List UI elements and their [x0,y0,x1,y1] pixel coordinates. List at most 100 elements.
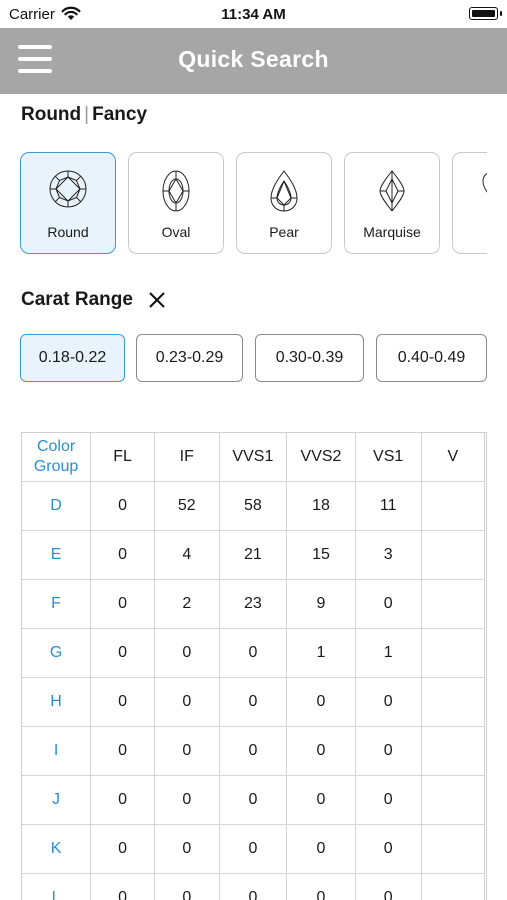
shape-label: H [453,224,487,240]
count-cell[interactable]: 0 [354,677,422,727]
count-cell[interactable]: 1 [286,628,356,678]
carat-chip[interactable]: 0.18-0.22 [20,334,125,382]
count-cell[interactable]: 0 [354,726,422,776]
shape-selector: Round Oval Pear Marquise [20,151,487,257]
color-grade-label[interactable]: H [22,677,92,727]
count-cell[interactable] [420,824,486,874]
count-cell[interactable]: 52 [153,481,220,531]
count-cell[interactable]: 0 [90,677,155,727]
count-cell[interactable]: 0 [153,873,220,900]
clarity-header: V [420,433,486,482]
round-option[interactable]: Round [21,104,81,125]
count-cell[interactable]: 0 [218,775,288,825]
count-cell[interactable]: 11 [354,481,422,531]
color-grade-label[interactable]: D [22,481,92,531]
count-cell[interactable]: 4 [153,530,220,580]
count-cell[interactable]: 0 [354,775,422,825]
table-row: E 0 4 21 15 3 [22,530,486,580]
shape-label: Pear [269,224,299,240]
carat-range-selector: 0.18-0.22 0.23-0.29 0.30-0.39 0.40-0.49 [20,333,487,385]
color-grade-label[interactable]: J [22,775,92,825]
count-cell[interactable]: 58 [218,481,288,531]
count-cell[interactable]: 0 [286,726,356,776]
carat-chip[interactable]: 0.40-0.49 [376,334,487,382]
shape-card-pear[interactable]: Pear [236,152,332,254]
count-cell[interactable]: 0 [153,824,220,874]
count-cell[interactable]: 0 [90,873,155,900]
fancy-option[interactable]: Fancy [92,104,147,125]
count-cell[interactable]: 0 [90,726,155,776]
shape-card-heart[interactable]: H [452,152,487,254]
count-cell[interactable] [420,530,486,580]
count-cell[interactable]: 0 [218,628,288,678]
count-cell[interactable]: 0 [90,530,155,580]
count-cell[interactable]: 0 [218,677,288,727]
count-cell[interactable]: 0 [153,726,220,776]
count-cell[interactable]: 0 [286,873,356,900]
count-cell[interactable]: 0 [218,873,288,900]
shape-card-oval[interactable]: Oval [128,152,224,254]
count-cell[interactable]: 0 [153,775,220,825]
color-grade-label[interactable]: K [22,824,92,874]
count-cell[interactable]: 0 [218,726,288,776]
color-grade-label[interactable]: G [22,628,92,678]
carat-chip[interactable]: 0.23-0.29 [136,334,243,382]
round-diamond-icon [49,170,87,208]
status-bar: Carrier 11:34 AM [0,0,507,28]
carat-chip[interactable]: 0.30-0.39 [255,334,364,382]
count-cell[interactable]: 0 [90,628,155,678]
battery-icon [469,7,498,20]
count-cell[interactable]: 0 [153,628,220,678]
color-clarity-table: Color Group FL IF VVS1 VVS2 VS1 V D 0 52 58 1… [22,433,486,900]
color-group-header: Color Group [22,433,92,482]
count-cell[interactable] [420,726,486,776]
table-row: K00000 [22,824,486,874]
heart-diamond-icon [482,172,487,193]
count-cell[interactable] [420,775,486,825]
shape-category-toggle: Round | Fancy [21,104,147,126]
count-cell[interactable]: 0 [218,824,288,874]
toggle-separator: | [84,104,90,125]
clarity-header: FL [90,433,155,482]
count-cell[interactable]: 0 [286,775,356,825]
color-grade-label[interactable]: L [22,873,92,900]
count-cell[interactable] [420,873,486,900]
count-cell[interactable]: 21 [218,530,288,580]
color-grade-label[interactable]: F [22,579,92,629]
shape-label: Round [47,224,89,240]
count-cell[interactable]: 0 [153,677,220,727]
oval-diamond-icon [162,170,190,212]
count-cell[interactable]: 2 [153,579,220,629]
count-cell[interactable]: 9 [286,579,356,629]
count-cell[interactable]: 0 [286,824,356,874]
clock: 11:34 AM [221,6,286,23]
table-row: L00000 [22,873,486,900]
count-cell[interactable]: 18 [286,481,356,531]
table-row: D 0 52 58 18 11 [22,481,486,531]
close-icon[interactable] [148,291,166,309]
count-cell[interactable]: 23 [218,579,288,629]
count-cell[interactable]: 3 [354,530,422,580]
navigation-bar: Quick Search [0,28,507,94]
count-cell[interactable]: 0 [286,677,356,727]
count-cell[interactable]: 0 [90,481,155,531]
count-cell[interactable]: 0 [354,579,422,629]
count-cell[interactable]: 0 [90,824,155,874]
count-cell[interactable] [420,677,486,727]
count-cell[interactable]: 0 [90,579,155,629]
color-grade-label[interactable]: E [22,530,92,580]
table-row: I00000 [22,726,486,776]
count-cell[interactable]: 0 [354,873,422,900]
shape-card-round[interactable]: Round [20,152,116,254]
inventory-grid[interactable]: Color Group FL IF VVS1 VVS2 VS1 V D 0 52 58 1… [21,432,487,900]
count-cell[interactable] [420,579,486,629]
count-cell[interactable]: 0 [90,775,155,825]
count-cell[interactable]: 1 [354,628,422,678]
count-cell[interactable]: 15 [286,530,356,580]
count-cell[interactable] [420,628,486,678]
table-row: J00000 [22,775,486,825]
shape-card-marquise[interactable]: Marquise [344,152,440,254]
count-cell[interactable]: 0 [354,824,422,874]
count-cell[interactable] [420,481,486,531]
color-grade-label[interactable]: I [22,726,92,776]
